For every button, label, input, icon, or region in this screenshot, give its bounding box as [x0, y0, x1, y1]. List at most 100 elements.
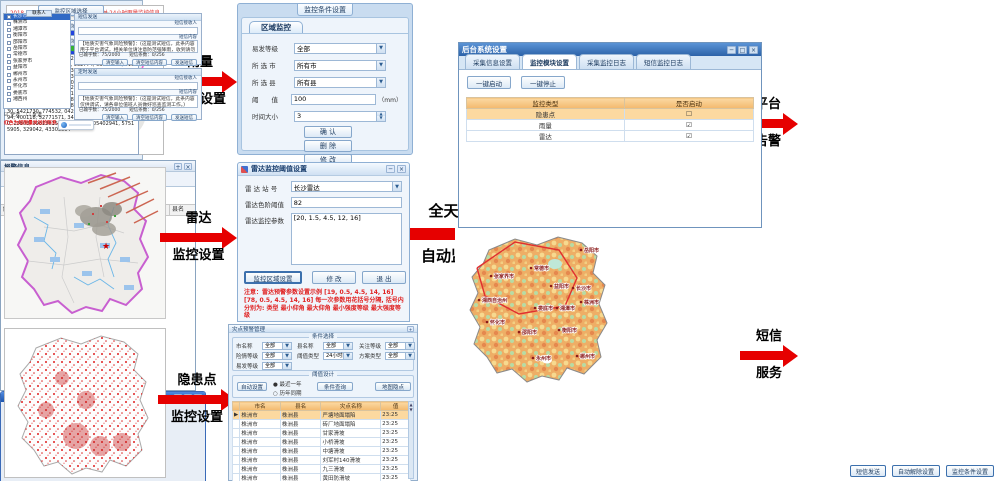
sms-send-button[interactable]: 短信发送 — [850, 465, 886, 477]
messenger-popup[interactable] — [58, 120, 94, 130]
table-row[interactable]: ▶株洲市株洲县严塘地面塌陷23:25 — [233, 411, 411, 420]
checkbox-icon[interactable]: ☑ — [624, 120, 753, 131]
tab-region-monitor[interactable]: 区域监控 — [249, 21, 303, 33]
map-city-label: 株洲市 — [584, 299, 599, 306]
threshold-type-select[interactable]: 24小时雨量▼ — [323, 352, 353, 360]
radar-params-textarea[interactable]: [20, 1.5, 4.5, 12, 16] — [291, 213, 402, 265]
col-city[interactable]: 市名 — [240, 402, 281, 411]
col-monitor-type[interactable]: 监控类型 — [467, 98, 625, 109]
stop-all-button[interactable]: 一键停止 — [521, 76, 565, 89]
county-select[interactable]: 所有县▼ — [294, 77, 386, 88]
map-city-label: 长沙市 — [576, 285, 591, 292]
table-row[interactable]: 株洲市株洲县中塘滑坡23:25 — [233, 447, 411, 456]
filter-value: 全部 — [386, 342, 405, 349]
send-sms-button[interactable]: 发送短信 — [171, 114, 197, 121]
maximize-icon[interactable]: □ — [738, 46, 747, 54]
chevron-down-icon[interactable]: ▼ — [343, 343, 352, 349]
radar-colorstep-input[interactable]: 82 — [291, 197, 402, 208]
chevron-down-icon[interactable]: ▼ — [376, 44, 385, 53]
risk-filter-select[interactable]: 全部▼ — [262, 352, 292, 360]
check-select-all[interactable]: ☑ 全选 — [4, 111, 20, 118]
map-point-button[interactable]: 地图隐点 — [375, 382, 411, 391]
pin-icon[interactable]: + — [174, 163, 182, 170]
threshold-unit: （mm） — [378, 95, 402, 104]
attention-filter-select[interactable]: 全部▼ — [385, 342, 415, 350]
city-filter-select[interactable]: 全部▼ — [262, 342, 292, 350]
col-value[interactable]: 值 — [381, 402, 411, 411]
monitor-condition-settings-button[interactable]: 监控条件设置 — [946, 465, 994, 477]
start-all-button[interactable]: 一键启动 — [467, 76, 511, 89]
radio-history-period[interactable]: ○ 历年同期 — [273, 389, 302, 397]
tab-sms-log[interactable]: 短信监控日志 — [636, 54, 691, 69]
city-select[interactable]: 所有市▼ — [294, 60, 386, 71]
checkbox-icon[interactable]: ☐ — [624, 109, 753, 120]
chevron-down-icon[interactable]: ▼ — [282, 363, 291, 369]
threshold-input[interactable]: 100 — [291, 94, 376, 105]
level-filter-select[interactable]: 全部▼ — [262, 362, 292, 370]
radar-map-svg: ★ — [4, 167, 166, 319]
col-county[interactable]: 县名 — [280, 402, 321, 411]
pin-icon[interactable]: + — [407, 326, 414, 332]
clear-content-button[interactable]: 清空短信内容 — [132, 59, 167, 66]
tab-collect-log[interactable]: 采集监控日志 — [579, 54, 634, 69]
checkbox-icon[interactable]: ☑ — [624, 131, 753, 142]
dialog-caption-tab[interactable]: 监控条件设置 — [297, 4, 353, 16]
dialogB-titlebar[interactable]: 雷达监控阈值设置 ─× — [238, 163, 409, 176]
close-icon[interactable]: × — [184, 163, 192, 170]
plan-type-select[interactable]: 全部▼ — [385, 352, 415, 360]
chevron-down-icon[interactable]: ▼ — [392, 182, 401, 191]
minimize-icon[interactable]: ─ — [386, 165, 395, 173]
auto-release-settings-button[interactable]: 自动解除设置 — [892, 465, 940, 477]
table-row[interactable]: 株洲市株洲县刘军村140滑坡23:25 — [233, 456, 411, 465]
recv-input[interactable] — [78, 27, 198, 35]
condition-query-button[interactable]: 条件查询 — [317, 382, 353, 391]
minimize-icon[interactable]: ─ — [727, 46, 736, 54]
monitor-region-button[interactable]: 监控区域设置 — [244, 271, 302, 284]
map-city-label: 怀化市 — [490, 319, 505, 326]
chevron-down-icon[interactable]: ▼ — [376, 78, 385, 87]
clear-input-button[interactable]: 清空输入 — [102, 114, 128, 121]
chevron-down-icon[interactable]: ▼ — [405, 343, 414, 349]
col-site[interactable]: 灾点名称 — [321, 402, 381, 411]
map-city-label: 邵阳市 — [521, 329, 537, 336]
confirm-button[interactable]: 确 认 — [304, 126, 352, 138]
check-invert[interactable]: ☐ 反选 — [26, 111, 42, 118]
clear-input-button[interactable]: 清空输入 — [102, 59, 128, 66]
table-row[interactable]: 株洲市株洲县砖厂地面塌陷23:25 — [233, 420, 411, 429]
module-row[interactable]: 隐患点☐ — [467, 109, 754, 120]
close-icon[interactable]: × — [749, 46, 758, 54]
tree-item[interactable]: 湘西州 — [4, 97, 70, 103]
chevron-down-icon[interactable]: ▼ — [343, 353, 352, 359]
radio-recent-year[interactable]: ● 最近一年 — [273, 380, 302, 388]
spinner-arrows-icon[interactable]: ▲▼ — [376, 112, 385, 121]
condition-groupbox: 条件选择 市名称 全部▼ 县名称 全部▼ 关注等级 全部▼ 险情等级 全部▼ 阈… — [232, 337, 414, 371]
module-row[interactable]: 雨量☑ — [467, 120, 754, 131]
county-filter-select[interactable]: 全部▼ — [323, 342, 353, 350]
recv-input[interactable] — [78, 82, 198, 90]
table-row[interactable]: 株洲市株洲县甘家滑坡23:25 — [233, 429, 411, 438]
radar-station-select[interactable]: 长沙雷达▼ — [291, 181, 402, 192]
modify-button[interactable]: 修 改 — [312, 271, 356, 284]
map-city-label: 娄底市 — [537, 305, 553, 312]
chevron-down-icon[interactable]: ▼ — [282, 353, 291, 359]
tab-monitor-modules[interactable]: 监控模块设置 — [522, 54, 577, 69]
tab-collect-settings[interactable]: 采集信息设置 — [465, 54, 520, 69]
exit-button[interactable]: 退 出 — [362, 271, 406, 284]
table-row[interactable]: 株洲市株洲县小桥滑坡23:25 — [233, 438, 411, 447]
content-textarea[interactable]: 【地质灾害气象风险预警】：(这是测试短信，此条内容仅供调试，请各单位值班人员做好… — [78, 95, 198, 108]
col-autostart[interactable]: 是否启动 — [624, 98, 753, 109]
delete-button[interactable]: 删 除 — [304, 140, 352, 152]
chevron-down-icon[interactable]: ▼ — [376, 61, 385, 70]
timesize-spinner[interactable]: 3 ▲▼ — [294, 111, 386, 122]
clear-content-button[interactable]: 清空短信内容 — [132, 114, 167, 121]
chevron-down-icon[interactable]: ▼ — [405, 353, 414, 359]
panelC-titlebar[interactable]: 灾点预警管理 + — [229, 325, 417, 333]
level-select[interactable]: 全部▼ — [294, 43, 386, 54]
over-limit-note: 红色为超限量发送的联系人 — [4, 119, 62, 126]
send-sms-button[interactable]: 发送短信 — [171, 59, 197, 66]
close-icon[interactable]: × — [397, 165, 406, 173]
auto-set-button[interactable]: 自动设置 — [237, 382, 267, 391]
chevron-down-icon[interactable]: ▼ — [282, 343, 291, 349]
content-textarea[interactable]: 【地质灾害气象风险预警】：(这是测试短信，此条内容用于平台调试，相关单位请注意防… — [78, 40, 198, 53]
module-row[interactable]: 雷达☑ — [467, 131, 754, 142]
